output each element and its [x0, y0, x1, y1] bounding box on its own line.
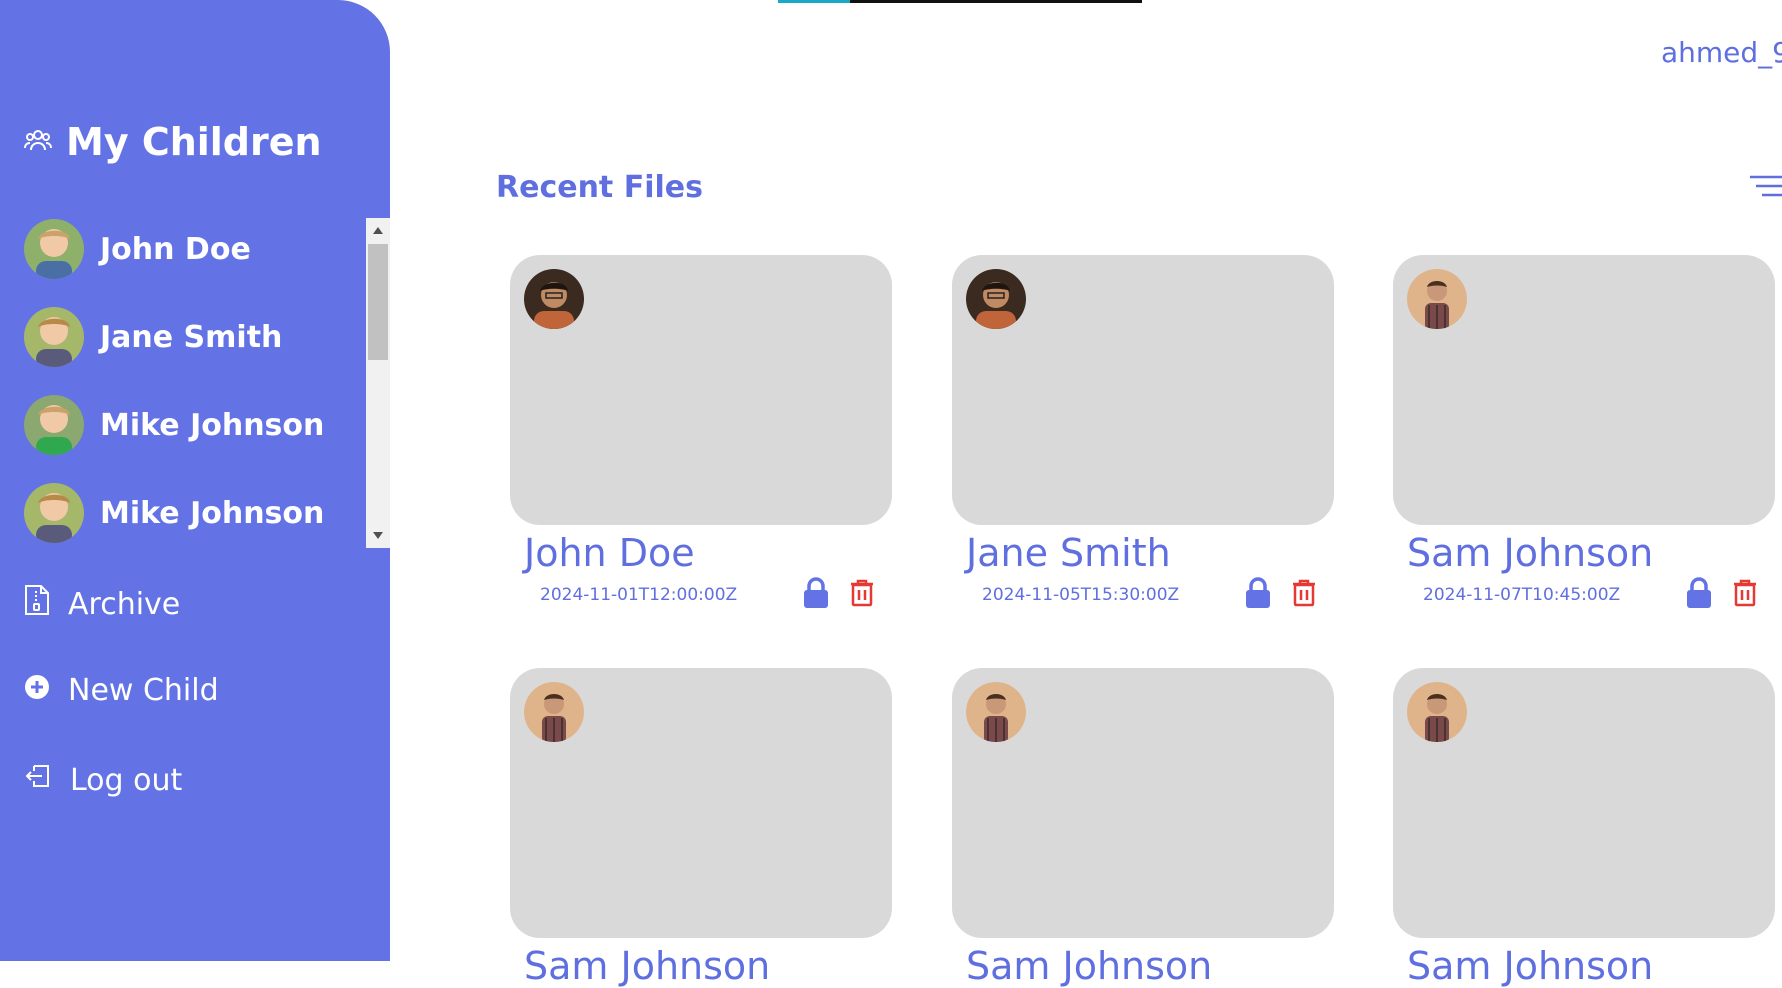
menu-label: Archive — [68, 586, 181, 622]
child-item-mike-johnson-2[interactable]: Mike Johnson — [24, 482, 324, 544]
delete-trash-icon[interactable] — [1292, 579, 1316, 611]
lock-icon[interactable] — [802, 577, 830, 613]
filter-icon[interactable] — [1748, 173, 1782, 203]
sidebar-title: My Children — [66, 120, 322, 164]
file-card[interactable]: John Doe 2024-11-01T12:00:00Z — [510, 255, 892, 608]
file-thumbnail[interactable] — [1393, 255, 1775, 525]
file-thumbnail[interactable] — [1393, 668, 1775, 938]
child-avatar — [24, 219, 84, 279]
child-name: Mike Johnson — [100, 495, 325, 531]
scroll-up-arrow-icon[interactable] — [373, 227, 383, 234]
delete-trash-icon[interactable] — [1733, 579, 1757, 611]
sidebar: My Children John Doe Jane Smith Mike Joh… — [0, 0, 390, 961]
lock-icon[interactable] — [1685, 577, 1713, 613]
plus-circle-icon — [24, 673, 50, 708]
file-date: 2024-11-05T15:30:00Z — [982, 585, 1180, 605]
section-title: Recent Files — [496, 170, 703, 205]
scroll-down-arrow-icon[interactable] — [373, 532, 383, 539]
file-card[interactable]: Sam Johnson — [510, 668, 892, 988]
file-title: Sam Johnson — [524, 944, 771, 988]
child-avatar — [24, 307, 84, 367]
owner-avatar — [524, 682, 584, 742]
file-title: Sam Johnson — [1407, 944, 1654, 988]
sidebar-header: My Children — [24, 120, 322, 164]
owner-avatar — [966, 682, 1026, 742]
menu-item-archive[interactable]: Archive — [24, 584, 180, 624]
child-item-mike-johnson[interactable]: Mike Johnson — [24, 394, 324, 456]
menu-label: New Child — [68, 673, 219, 708]
logout-icon — [24, 762, 52, 798]
owner-avatar — [1407, 682, 1467, 742]
owner-avatar — [524, 269, 584, 329]
child-name: Mike Johnson — [100, 407, 325, 443]
children-list-scrollbar[interactable] — [366, 218, 390, 548]
archive-file-icon — [24, 584, 50, 624]
menu-item-logout[interactable]: Log out — [24, 762, 182, 798]
top-progress-accent — [778, 0, 850, 3]
child-name: Jane Smith — [100, 319, 283, 355]
child-avatar — [24, 483, 84, 543]
child-avatar — [24, 395, 84, 455]
file-thumbnail[interactable] — [510, 668, 892, 938]
delete-trash-icon[interactable] — [850, 579, 874, 611]
file-card[interactable]: Sam Johnson — [952, 668, 1334, 988]
file-thumbnail[interactable] — [952, 255, 1334, 525]
owner-avatar — [966, 269, 1026, 329]
file-title: Jane Smith — [966, 531, 1171, 575]
file-title: Sam Johnson — [1407, 531, 1654, 575]
child-item-jane-smith[interactable]: Jane Smith — [24, 306, 282, 368]
scrollbar-thumb[interactable] — [368, 244, 388, 360]
file-thumbnail[interactable] — [952, 668, 1334, 938]
file-title: Sam Johnson — [966, 944, 1213, 988]
menu-label: Log out — [70, 762, 183, 798]
file-date: 2024-11-01T12:00:00Z — [540, 585, 738, 605]
file-card[interactable]: Sam Johnson 2024-11-07T10:45:00Z — [1393, 255, 1775, 608]
file-date: 2024-11-07T10:45:00Z — [1423, 585, 1621, 605]
menu-item-new-child[interactable]: New Child — [24, 673, 219, 708]
lock-icon[interactable] — [1244, 577, 1272, 613]
file-card[interactable]: Jane Smith 2024-11-05T15:30:00Z — [952, 255, 1334, 608]
file-card[interactable]: Sam Johnson — [1393, 668, 1775, 988]
file-thumbnail[interactable] — [510, 255, 892, 525]
username-label[interactable]: ahmed_9 — [1661, 36, 1782, 69]
owner-avatar — [1407, 269, 1467, 329]
children-list: John Doe Jane Smith Mike Johnson Mike Jo… — [0, 218, 390, 548]
child-name: John Doe — [100, 231, 251, 267]
child-item-john-doe[interactable]: John Doe — [24, 218, 251, 280]
children-group-icon — [24, 126, 52, 158]
file-title: John Doe — [524, 531, 695, 575]
